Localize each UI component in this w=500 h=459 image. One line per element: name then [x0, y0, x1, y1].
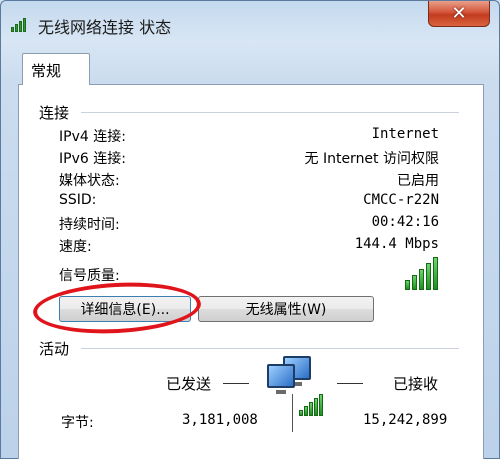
wireless-properties-button-label: 无线属性(W)	[245, 302, 327, 318]
signal-quality-label: 信号质量:	[59, 268, 120, 284]
wireless-properties-button[interactable]: 无线属性(W)	[198, 296, 374, 322]
speed-label: 速度:	[59, 239, 92, 255]
ipv4-label: IPv4 连接:	[59, 129, 126, 145]
details-button-label: 详细信息(E)...	[80, 302, 170, 318]
ssid-label: SSID:	[59, 192, 97, 208]
window-title: 无线网络连接 状态	[38, 18, 172, 37]
close-icon: ✕	[451, 2, 467, 24]
sent-label: 已发送	[166, 375, 212, 393]
ipv6-value: 无 Internet 访问权限	[304, 151, 440, 167]
wireless-signal-icon	[11, 16, 31, 32]
speed-value: 144.4 Mbps	[354, 236, 439, 252]
close-button[interactable]: ✕	[428, 1, 490, 27]
activity-divider	[81, 348, 459, 349]
details-button[interactable]: 详细信息(E)...	[59, 296, 191, 322]
ipv6-label: IPv6 连接:	[59, 151, 126, 167]
tab-general[interactable]: 常规	[22, 53, 90, 85]
media-state-value: 已启用	[397, 173, 439, 189]
activity-section-label: 活动	[39, 340, 70, 358]
mini-signal-icon	[299, 392, 329, 416]
bytes-label: 字节:	[61, 415, 94, 431]
status-window: 无线网络连接 状态 ✕ 常规 连接 IPv4 连接: Internet IPv6…	[0, 0, 500, 459]
connection-section-label: 连接	[39, 104, 70, 122]
tab-general-label: 常规	[31, 62, 62, 80]
received-label: 已接收	[393, 375, 439, 393]
duration-label: 持续时间:	[59, 217, 120, 233]
bytes-received-value: 15,242,899	[363, 412, 448, 428]
bytes-sent-value: 3,181,008	[182, 412, 258, 428]
sent-dash	[223, 383, 249, 384]
duration-value: 00:42:16	[371, 214, 439, 230]
media-state-label: 媒体状态:	[59, 173, 120, 189]
received-dash	[337, 383, 363, 384]
connection-divider	[81, 112, 459, 113]
signal-strength-icon	[405, 256, 443, 290]
ipv4-value: Internet	[371, 126, 439, 142]
title-bar[interactable]: 无线网络连接 状态 ✕	[1, 1, 499, 45]
ssid-value: CMCC-r22N	[363, 192, 439, 208]
